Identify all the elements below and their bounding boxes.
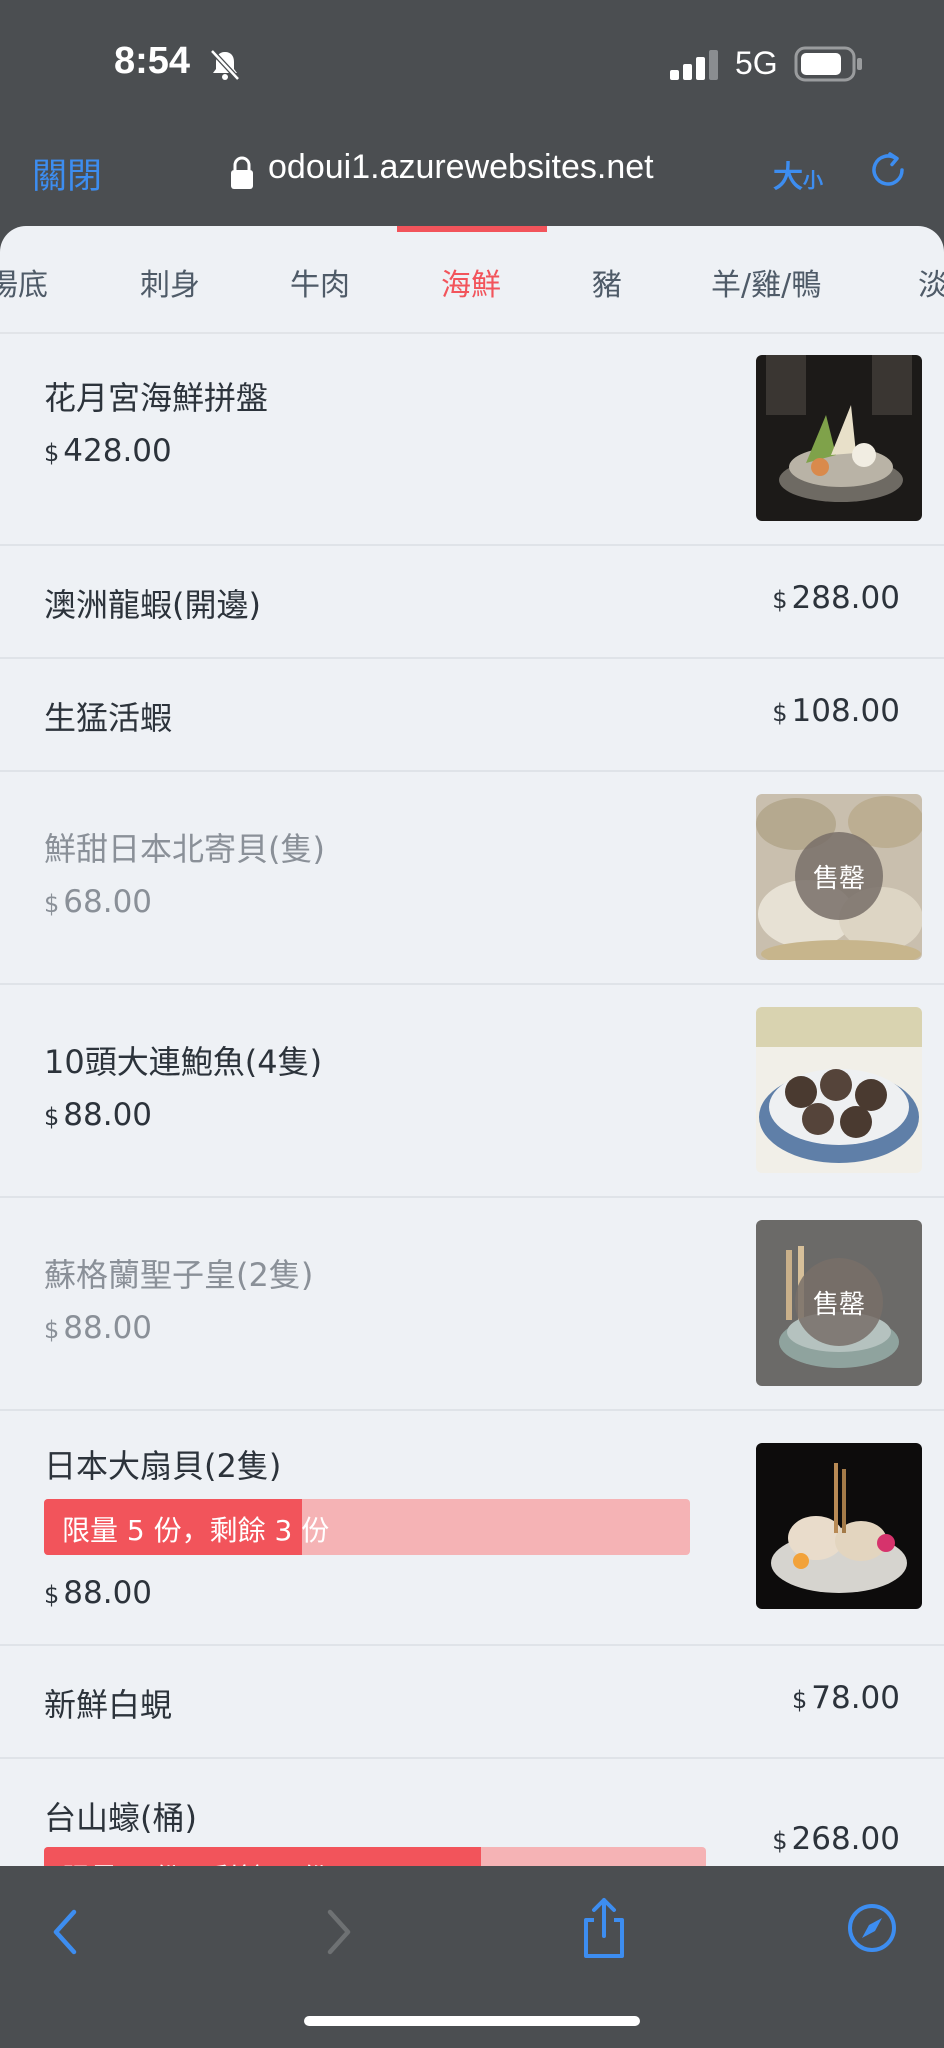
seafood-platter-photo[interactable] <box>756 355 922 521</box>
abalone-photo[interactable] <box>756 1007 922 1173</box>
tab-pork[interactable]: 豬 <box>592 260 622 304</box>
menu-item[interactable]: 花月宮海鮮拼盤 $428.00 <box>0 333 944 546</box>
sold-out-badge: 售罄 <box>795 1258 883 1346</box>
text-size-button[interactable]: 大小 <box>773 152 823 196</box>
item-price: $268.00 <box>772 1821 900 1857</box>
tab-soup-base[interactable]: 湯底 <box>0 260 48 304</box>
reload-icon[interactable] <box>866 148 910 192</box>
item-price: $78.00 <box>791 1680 900 1716</box>
menu-item[interactable]: 日本大扇貝(2隻) 限量 5 份，剩餘 3 份 $88.00 <box>0 1411 944 1646</box>
sold-out-badge: 售罄 <box>795 832 883 920</box>
tab-seafood[interactable]: 海鮮 <box>441 260 501 304</box>
status-bar: 8:54 5G <box>0 0 944 128</box>
limited-quantity-text: 限量 2 份，剩餘 1 份 <box>62 1857 329 1866</box>
surf-clam-photo[interactable]: 售罄 <box>756 794 922 960</box>
compass-icon[interactable] <box>846 1902 898 1954</box>
bell-muted-icon <box>210 49 240 81</box>
menu-item[interactable]: 台山蠔(桶) $268.00 限量 2 份，剩餘 1 份 <box>0 1759 944 1866</box>
web-page: 湯底 刺身 牛肉 海鮮 豬 羊/雞/鴨 淡 花月宮海鮮拼盤 $428.00 澳洲… <box>0 226 944 1866</box>
network-type: 5G <box>735 45 778 81</box>
item-price: $88.00 <box>44 1575 153 1611</box>
item-price: $288.00 <box>772 580 900 616</box>
clock: 8:54 <box>114 40 191 82</box>
item-name: 蘇格蘭聖子皇(2隻) <box>44 1256 314 1294</box>
menu-item-sold-out[interactable]: 蘇格蘭聖子皇(2隻) $88.00 售罄 <box>0 1198 944 1411</box>
forward-icon[interactable] <box>314 1904 362 1960</box>
url-text[interactable]: odoui1.azurewebsites.net <box>268 148 654 187</box>
limited-quantity-bar: 限量 2 份，剩餘 1 份 <box>44 1847 706 1866</box>
item-name: 日本大扇貝(2隻) <box>44 1447 282 1485</box>
text-size-small-label: 小 <box>803 168 823 192</box>
menu-item-sold-out[interactable]: 鮮甜日本北寄貝(隻) $68.00 售罄 <box>0 772 944 985</box>
menu-item[interactable]: 新鮮白蜆 $78.00 <box>0 1646 944 1759</box>
item-name: 台山蠔(桶) <box>44 1799 197 1837</box>
scallop-photo[interactable] <box>756 1443 922 1609</box>
item-name: 澳洲龍蝦(開邊) <box>44 586 261 624</box>
item-price: $88.00 <box>44 1097 153 1133</box>
limited-quantity-text: 限量 5 份，剩餘 3 份 <box>62 1514 330 1547</box>
browser-address-bar: 關閉 odoui1.azurewebsites.net 大小 <box>0 130 944 226</box>
item-price: $88.00 <box>44 1310 153 1346</box>
tab-more[interactable]: 淡 <box>918 260 944 304</box>
menu-list: 花月宮海鮮拼盤 $428.00 澳洲龍蝦(開邊) $288.00 生猛活蝦 $ … <box>0 333 944 1866</box>
tab-beef[interactable]: 牛肉 <box>290 260 350 304</box>
category-tabs: 湯底 刺身 牛肉 海鮮 豬 羊/雞/鴨 淡 <box>0 226 944 334</box>
text-size-large-label: 大 <box>773 160 803 195</box>
active-tab-indicator <box>397 226 547 232</box>
item-price: $108.00 <box>772 693 900 729</box>
limited-quantity-bar: 限量 5 份，剩餘 3 份 <box>44 1499 690 1555</box>
back-icon[interactable] <box>42 1904 90 1960</box>
lock-icon <box>231 156 253 189</box>
item-name: 新鮮白蜆 <box>44 1686 173 1724</box>
signal-icon <box>670 50 718 80</box>
razor-clam-photo[interactable]: 售罄 <box>756 1220 922 1386</box>
menu-item[interactable]: 生猛活蝦 $108.00 <box>0 659 944 772</box>
item-name: 花月宮海鮮拼盤 <box>44 379 269 417</box>
tab-lamb-chicken-duck[interactable]: 羊/雞/鴨 <box>711 260 821 304</box>
tab-sashimi[interactable]: 刺身 <box>140 260 200 304</box>
item-name: 10頭大連鮑魚(4隻) <box>44 1043 323 1081</box>
battery-icon <box>794 46 862 82</box>
item-price: $428.00 <box>44 433 172 469</box>
home-indicator <box>304 2016 640 2026</box>
item-price: $68.00 <box>44 884 153 920</box>
menu-item[interactable]: 10頭大連鮑魚(4隻) $88.00 <box>0 985 944 1198</box>
close-button[interactable]: 關閉 <box>32 148 102 199</box>
item-name: 鮮甜日本北寄貝(隻) <box>44 830 325 868</box>
share-icon[interactable] <box>578 1896 630 1960</box>
menu-item[interactable]: 澳洲龍蝦(開邊) $288.00 <box>0 546 944 659</box>
item-name: 生猛活蝦 <box>44 699 173 737</box>
